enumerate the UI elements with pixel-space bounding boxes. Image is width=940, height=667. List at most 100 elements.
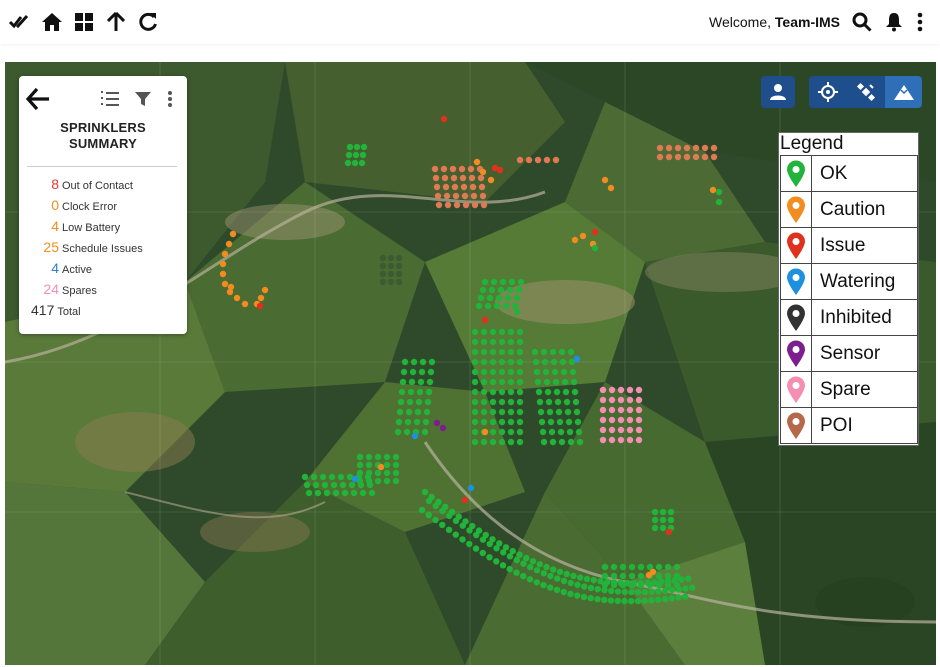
sprinkler-marker[interactable] [478, 183, 486, 191]
sprinkler-marker[interactable] [662, 587, 669, 594]
sprinkler-marker[interactable] [683, 153, 691, 161]
sprinkler-marker[interactable] [489, 378, 497, 386]
sprinkler-marker[interactable] [439, 424, 447, 432]
sprinkler-marker[interactable] [421, 488, 429, 496]
sprinkler-marker[interactable] [365, 461, 373, 469]
sprinkler-marker[interactable] [400, 368, 408, 376]
sprinkler-marker[interactable] [545, 398, 553, 406]
sprinkler-marker[interactable] [484, 302, 492, 310]
sprinkler-marker[interactable] [459, 174, 467, 182]
sprinkler-marker[interactable] [312, 481, 320, 489]
sprinkler-marker[interactable] [562, 388, 570, 396]
sprinkler-marker[interactable] [427, 368, 435, 376]
sprinkler-marker[interactable] [567, 579, 574, 587]
sprinkler-marker[interactable] [471, 338, 479, 346]
sprinkler-marker[interactable] [534, 156, 542, 164]
sprinkler-marker[interactable] [461, 496, 469, 504]
sprinkler-marker[interactable] [394, 428, 402, 436]
sprinkler-marker[interactable] [392, 469, 400, 477]
sprinkler-marker[interactable] [498, 358, 506, 366]
sprinkler-marker[interactable] [715, 198, 723, 206]
sprinkler-marker[interactable] [225, 240, 233, 248]
sprinkler-marker[interactable] [608, 416, 616, 424]
sprinkler-marker[interactable] [601, 572, 609, 580]
sprinkler-marker[interactable] [665, 528, 673, 536]
sprinkler-marker[interactable] [314, 489, 322, 497]
user-name[interactable]: Team-IMS [775, 14, 840, 30]
sprinkler-marker[interactable] [413, 418, 421, 426]
sprinkler-marker[interactable] [516, 551, 523, 558]
sprinkler-marker[interactable] [517, 278, 525, 286]
sprinkler-marker[interactable] [513, 308, 521, 316]
sprinkler-marker[interactable] [489, 438, 497, 446]
sprinkler-marker[interactable] [573, 408, 581, 416]
bell-icon[interactable] [878, 6, 910, 38]
sprinkler-marker[interactable] [351, 475, 359, 483]
sprinkler-marker[interactable] [401, 358, 409, 366]
sprinkler-marker[interactable] [365, 453, 373, 461]
sprinkler-marker[interactable] [507, 368, 515, 376]
arrow-up-icon[interactable] [100, 6, 132, 38]
sprinkler-marker[interactable] [574, 418, 582, 426]
crosshair-button[interactable] [809, 76, 846, 108]
sprinkler-marker[interactable] [507, 408, 515, 416]
sprinkler-marker[interactable] [553, 388, 561, 396]
sprinkler-marker[interactable] [409, 368, 417, 376]
sprinkler-marker[interactable] [614, 597, 621, 605]
sprinkler-marker[interactable] [543, 563, 550, 571]
sprinkler-marker[interactable] [580, 593, 588, 601]
sprinkler-marker[interactable] [608, 436, 616, 444]
sprinkler-marker[interactable] [310, 473, 318, 481]
sprinkler-marker[interactable] [477, 294, 485, 302]
sprinkler-marker[interactable] [480, 328, 488, 336]
sprinkler-marker[interactable] [374, 453, 382, 461]
sprinkler-marker[interactable] [480, 368, 488, 376]
sprinkler-marker[interactable] [599, 416, 607, 424]
sprinkler-marker[interactable] [648, 597, 655, 604]
sprinkler-marker[interactable] [539, 428, 547, 436]
sprinkler-marker[interactable] [710, 144, 718, 152]
sprinkler-marker[interactable] [533, 567, 541, 574]
sprinkler-marker[interactable] [502, 302, 510, 310]
sprinkler-marker[interactable] [520, 560, 527, 567]
sprinkler-marker[interactable] [489, 428, 497, 436]
sprinkler-marker[interactable] [560, 588, 567, 596]
sprinkler-marker[interactable] [516, 398, 524, 406]
sprinkler-marker[interactable] [507, 438, 515, 446]
sprinkler-marker[interactable] [529, 558, 537, 565]
sprinkler-marker[interactable] [635, 588, 642, 596]
sprinkler-marker[interactable] [356, 453, 364, 461]
sprinkler-marker[interactable] [453, 201, 461, 209]
sprinkler-marker[interactable] [516, 348, 524, 356]
sprinkler-marker[interactable] [415, 398, 423, 406]
sprinkler-marker[interactable] [634, 597, 642, 605]
sprinkler-marker[interactable] [356, 461, 364, 469]
sprinkler-marker[interactable] [610, 581, 618, 589]
sprinkler-marker[interactable] [656, 153, 664, 161]
sprinkler-marker[interactable] [599, 406, 607, 414]
sprinkler-marker[interactable] [574, 592, 581, 599]
sprinkler-marker[interactable] [440, 165, 448, 173]
sprinkler-marker[interactable] [323, 489, 331, 497]
sprinkler-marker[interactable] [541, 358, 549, 366]
sprinkler-marker[interactable] [479, 286, 487, 294]
sprinkler-marker[interactable] [379, 262, 387, 270]
sprinkler-marker[interactable] [410, 358, 418, 366]
sprinkler-marker[interactable] [583, 575, 591, 583]
sprinkler-marker[interactable] [682, 585, 689, 592]
sprinkler-marker[interactable] [552, 156, 560, 164]
sprinkler-marker[interactable] [513, 294, 521, 302]
sprinkler-marker[interactable] [608, 396, 616, 404]
sprinkler-marker[interactable] [471, 378, 479, 386]
sprinkler-marker[interactable] [398, 388, 406, 396]
sprinkler-marker[interactable] [480, 348, 488, 356]
sprinkler-marker[interactable] [573, 355, 581, 363]
sprinkler-marker[interactable] [628, 588, 635, 596]
sprinkler-marker[interactable] [444, 201, 452, 209]
sprinkler-marker[interactable] [395, 262, 403, 270]
sprinkler-marker[interactable] [383, 461, 391, 469]
sprinkler-marker[interactable] [471, 438, 479, 446]
sprinkler-marker[interactable] [489, 328, 497, 336]
sprinkler-marker[interactable] [344, 159, 352, 167]
sprinkler-marker[interactable] [626, 406, 634, 414]
